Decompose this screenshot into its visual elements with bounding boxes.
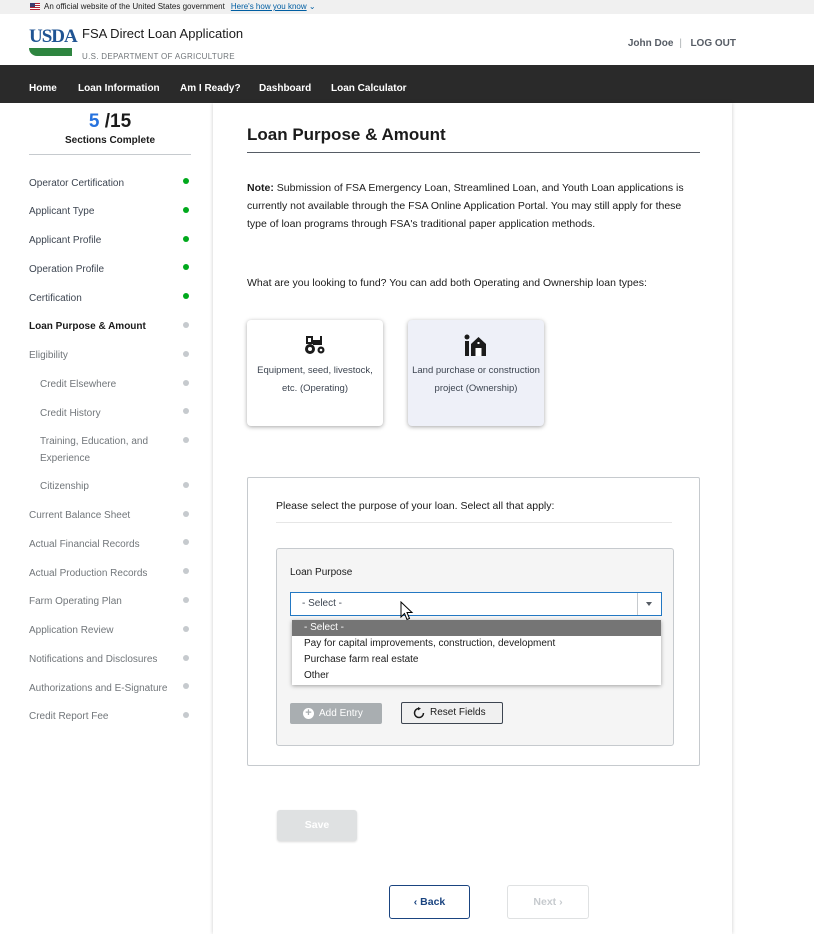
ownership-loan-card[interactable]: Land purchase or construction project (O… — [408, 320, 544, 426]
sidebar-item-operation-profile[interactable]: Operation Profile — [29, 261, 169, 278]
incomplete-status-icon — [183, 322, 189, 328]
dropdown-option-purchase-real-estate[interactable]: Purchase farm real estate — [292, 652, 661, 668]
sidebar-item-credit-history[interactable]: Credit History — [40, 405, 165, 422]
next-button[interactable]: Next › — [507, 885, 589, 919]
sidebar-item-applicant-type[interactable]: Applicant Type — [29, 203, 169, 220]
sidebar-item-loan-purpose-amount[interactable]: Loan Purpose & Amount — [29, 318, 169, 335]
complete-status-icon — [183, 264, 189, 270]
main-content: Loan Purpose & Amount Note: Submission o… — [213, 103, 732, 934]
dropdown-toggle[interactable] — [637, 593, 661, 615]
incomplete-status-icon — [183, 351, 189, 357]
incomplete-status-icon — [183, 597, 189, 603]
sidebar-item-applicant-profile[interactable]: Applicant Profile — [29, 232, 169, 249]
barn-icon — [464, 334, 486, 356]
user-name: John Doe — [627, 38, 674, 49]
site-header: USDA FSA Direct Loan Application U.S. DE… — [0, 14, 814, 65]
incomplete-status-icon — [183, 539, 189, 545]
sidebar-item-credit-elsewhere[interactable]: Credit Elsewhere — [40, 376, 165, 393]
note-text: Note: Submission of FSA Emergency Loan, … — [247, 182, 684, 230]
incomplete-status-icon — [183, 482, 189, 488]
card-label: Equipment, seed, livestock, etc. (Operat… — [257, 365, 373, 394]
sidebar-item-actual-production-records[interactable]: Actual Production Records — [29, 565, 169, 582]
progress-count: 5 /15 — [88, 111, 132, 132]
complete-status-icon — [183, 236, 189, 242]
sidebar-item-application-review[interactable]: Application Review — [29, 622, 169, 639]
sidebar-item-notifications-disclosures[interactable]: Notifications and Disclosures — [29, 651, 169, 668]
incomplete-status-icon — [183, 655, 189, 661]
chevron-right-icon: › — [556, 896, 563, 908]
plus-circle-icon: + — [303, 708, 314, 719]
main-nav: Home Loan Information Am I Ready? Dashbo… — [0, 65, 814, 103]
sidebar-item-training-education-experience[interactable]: Training, Education, and Experience — [40, 433, 165, 467]
tractor-icon — [305, 336, 325, 354]
nav-dashboard[interactable]: Dashboard — [259, 65, 311, 103]
nav-home[interactable]: Home — [29, 65, 57, 103]
sidebar-item-citizenship[interactable]: Citizenship — [40, 478, 165, 495]
divider — [29, 154, 191, 155]
logout-link[interactable]: LOG OUT — [690, 38, 736, 49]
save-button[interactable]: Save — [277, 810, 357, 841]
complete-status-icon — [183, 293, 189, 299]
progress-sidebar: 5 /15 Sections Complete Operator Certifi… — [0, 103, 210, 934]
loan-purpose-label: Loan Purpose — [290, 567, 353, 578]
us-flag-icon — [30, 3, 40, 10]
card-label: Land purchase or construction project (O… — [412, 365, 540, 394]
incomplete-status-icon — [183, 712, 189, 718]
usda-logo[interactable]: USDA — [29, 26, 78, 58]
loan-purpose-select[interactable]: - Select - — [290, 592, 662, 616]
select-value: - Select - — [302, 598, 343, 609]
dropdown-option-other[interactable]: Other — [292, 668, 661, 684]
dropdown-option-capital-improvements[interactable]: Pay for capital improvements, constructi… — [292, 636, 661, 652]
sidebar-item-current-balance-sheet[interactable]: Current Balance Sheet — [29, 507, 169, 524]
gov-banner-link[interactable]: Here's how you know — [231, 2, 307, 11]
add-entry-button[interactable]: + Add Entry — [290, 703, 382, 724]
back-button[interactable]: ‹ Back — [389, 885, 470, 919]
user-area: John Doe | — [627, 38, 682, 49]
sidebar-item-operator-certification[interactable]: Operator Certification — [29, 175, 169, 192]
nav-am-i-ready[interactable]: Am I Ready? — [180, 65, 241, 103]
incomplete-status-icon — [183, 408, 189, 414]
incomplete-status-icon — [183, 511, 189, 517]
gov-banner-text: An official website of the United States… — [44, 2, 225, 11]
nav-loan-calculator[interactable]: Loan Calculator — [331, 65, 407, 103]
divider — [276, 522, 672, 523]
chevron-down-icon — [646, 602, 652, 606]
mouse-cursor-icon — [400, 601, 414, 621]
usda-logo-text: USDA — [29, 26, 78, 47]
dropdown-option-select[interactable]: - Select - — [292, 620, 661, 636]
incomplete-status-icon — [183, 380, 189, 386]
incomplete-status-icon — [183, 437, 189, 443]
operating-loan-card[interactable]: Equipment, seed, livestock, etc. (Operat… — [247, 320, 383, 426]
sidebar-item-farm-operating-plan[interactable]: Farm Operating Plan — [29, 593, 169, 610]
app-title: FSA Direct Loan Application — [82, 26, 244, 41]
reset-icon — [413, 707, 425, 719]
page-title: Loan Purpose & Amount — [247, 125, 446, 144]
progress-label: Sections Complete — [64, 135, 156, 146]
department-name: U.S. DEPARTMENT OF AGRICULTURE — [82, 52, 235, 61]
sidebar-item-actual-financial-records[interactable]: Actual Financial Records — [29, 536, 169, 553]
gov-banner: An official website of the United States… — [0, 0, 814, 14]
reset-fields-button[interactable]: Reset Fields — [401, 702, 503, 724]
sidebar-item-eligibility[interactable]: Eligibility — [29, 347, 169, 364]
fund-question: What are you looking to fund? You can ad… — [247, 277, 647, 289]
sidebar-item-authorizations-esignature[interactable]: Authorizations and E-Signature — [29, 680, 179, 697]
purpose-question: Please select the purpose of your loan. … — [276, 500, 555, 512]
incomplete-status-icon — [183, 626, 189, 632]
nav-loan-information[interactable]: Loan Information — [78, 65, 160, 103]
incomplete-status-icon — [183, 568, 189, 574]
divider — [247, 152, 700, 153]
sidebar-item-credit-report-fee[interactable]: Credit Report Fee — [29, 708, 169, 725]
loan-purpose-dropdown: - Select - Pay for capital improvements,… — [292, 620, 661, 685]
complete-status-icon — [183, 178, 189, 184]
sidebar-item-certification[interactable]: Certification — [29, 290, 169, 307]
complete-status-icon — [183, 207, 189, 213]
incomplete-status-icon — [183, 683, 189, 689]
